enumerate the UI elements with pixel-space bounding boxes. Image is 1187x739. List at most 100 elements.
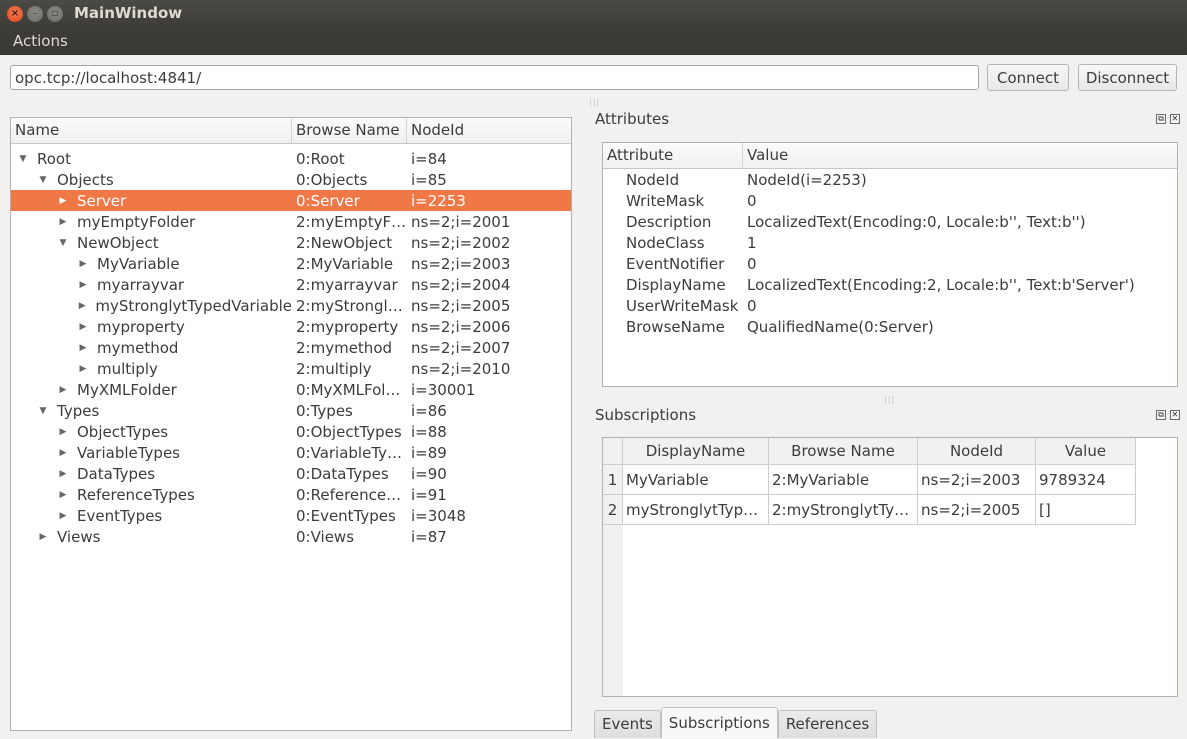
node-name: VariableTypes [77, 443, 181, 462]
tree-row[interactable]: ▶ ReferenceTypes 0:Reference… i=91 [11, 484, 571, 505]
tree-row[interactable]: ▶ Server 0:Server i=2253 [11, 190, 571, 211]
subscriptions-header: DisplayName Browse Name NodeId Value [603, 438, 1136, 465]
collapsed-arrow-icon[interactable]: ▶ [77, 343, 89, 353]
close-icon[interactable]: ✕ [1170, 410, 1180, 420]
float-icon[interactable]: ⧉ [1156, 410, 1166, 420]
tree-row[interactable]: ▶ Views 0:Views i=87 [11, 526, 571, 547]
cell-browse-name[interactable]: 2:MyVariable [769, 465, 918, 495]
collapsed-arrow-icon[interactable]: ▶ [37, 532, 49, 542]
attribute-row[interactable]: NodeClass 1 [603, 232, 1177, 253]
attribute-row[interactable]: BrowseName QualifiedName(0:Server) [603, 316, 1177, 337]
tab-subscriptions[interactable]: Subscriptions [660, 707, 778, 738]
subscription-row[interactable]: 1 MyVariable 2:MyVariable ns=2;i=2003 978932… [603, 465, 1136, 495]
window-minimize-button[interactable]: – [27, 6, 43, 22]
tree-row[interactable]: ▶ ObjectTypes 0:ObjectTypes i=88 [11, 421, 571, 442]
attribute-name: Description [626, 212, 712, 231]
tree-cell-name: ▶ Views [11, 528, 292, 546]
column-header-attribute[interactable]: Attribute [603, 143, 743, 168]
attributes-table[interactable]: Attribute Value NodeId NodeId(i=2253) Writ… [602, 142, 1178, 387]
tree-cell-name: ▶ ObjectTypes [11, 423, 292, 441]
tree-cell-nodeid: i=2253 [411, 191, 466, 210]
tree-row[interactable]: ▶ mymethod 2:mymethod ns=2;i=2007 [11, 337, 571, 358]
connect-button[interactable]: Connect [987, 64, 1069, 91]
tree-row[interactable]: ▶ myEmptyFolder 2:myEmptyF… ns=2;i=2001 [11, 211, 571, 232]
row-index[interactable]: 1 [603, 465, 623, 495]
cell-nodeid[interactable]: ns=2;i=2003 [918, 465, 1036, 495]
collapsed-arrow-icon[interactable]: ▶ [57, 427, 69, 437]
expanded-arrow-icon[interactable]: ▼ [17, 154, 29, 164]
subscriptions-dock-title: Subscriptions [595, 406, 697, 424]
collapsed-arrow-icon[interactable]: ▶ [77, 364, 89, 374]
attribute-row[interactable]: Description LocalizedText(Encoding:0, Loc… [603, 211, 1177, 232]
subscriptions-table[interactable]: DisplayName Browse Name NodeId Value 1 My… [602, 437, 1178, 697]
dock-splitter-handle[interactable]: ||| [884, 395, 895, 404]
address-space-tree[interactable]: Name Browse Name NodeId ▼ Root 0:Root i=84 ▼… [10, 117, 572, 731]
tree-row[interactable]: ▶ MyVariable 2:MyVariable ns=2;i=2003 [11, 253, 571, 274]
attribute-row[interactable]: WriteMask 0 [603, 190, 1177, 211]
collapsed-arrow-icon[interactable]: ▶ [57, 217, 69, 227]
disconnect-button[interactable]: Disconnect [1078, 64, 1177, 91]
cell-browse-name[interactable]: 2:myStronglytTy… [769, 495, 918, 525]
server-url-input[interactable] [10, 65, 979, 90]
collapsed-arrow-icon[interactable]: ▶ [57, 196, 69, 206]
cell-value[interactable]: 9789324 [1036, 465, 1136, 495]
tree-row[interactable]: ▶ MyXMLFolder 0:MyXMLFol… i=30001 [11, 379, 571, 400]
collapsed-arrow-icon[interactable]: ▶ [77, 259, 89, 269]
column-header-displayname[interactable]: DisplayName [623, 438, 769, 465]
column-header-name[interactable]: Name [11, 118, 292, 143]
expanded-arrow-icon[interactable]: ▼ [37, 175, 49, 185]
cell-value[interactable]: [] [1036, 495, 1136, 525]
tree-row[interactable]: ▼ Objects 0:Objects i=85 [11, 169, 571, 190]
tree-row[interactable]: ▼ Types 0:Types i=86 [11, 400, 571, 421]
tree-row[interactable]: ▶ DataTypes 0:DataTypes i=90 [11, 463, 571, 484]
collapsed-arrow-icon[interactable]: ▶ [77, 322, 89, 332]
float-icon[interactable]: ⧉ [1156, 114, 1166, 124]
row-index[interactable]: 2 [603, 495, 623, 525]
subscription-row[interactable]: 2 myStronglytTyp… 2:myStronglytTy… ns=2;i=2… [603, 495, 1136, 525]
collapsed-arrow-icon[interactable]: ▶ [57, 448, 69, 458]
column-header-browse-name[interactable]: Browse Name [769, 438, 918, 465]
cell-nodeid[interactable]: ns=2;i=2005 [918, 495, 1036, 525]
tree-row[interactable]: ▶ multiply 2:multiply ns=2;i=2010 [11, 358, 571, 379]
column-header-browse-name[interactable]: Browse Name [292, 118, 407, 143]
collapsed-arrow-icon[interactable]: ▶ [57, 490, 69, 500]
tab-references[interactable]: References [777, 710, 878, 738]
tree-cell-nodeid: ns=2;i=2006 [411, 317, 511, 336]
menu-actions[interactable]: Actions [13, 32, 68, 50]
cell-displayname[interactable]: MyVariable [623, 465, 769, 495]
tree-cell-name: ▼ Objects [11, 171, 292, 189]
attribute-row[interactable]: NodeId NodeId(i=2253) [603, 169, 1177, 190]
attribute-row[interactable]: EventNotifier 0 [603, 253, 1177, 274]
tree-row[interactable]: ▶ myarrayvar 2:myarrayvar ns=2;i=2004 [11, 274, 571, 295]
column-header-nodeid[interactable]: NodeId [918, 438, 1036, 465]
tree-row[interactable]: ▼ Root 0:Root i=84 [11, 148, 571, 169]
window-close-button[interactable]: × [7, 6, 23, 22]
tree-row[interactable]: ▼ NewObject 2:NewObject ns=2;i=2002 [11, 232, 571, 253]
collapsed-arrow-icon[interactable]: ▶ [57, 469, 69, 479]
expanded-arrow-icon[interactable]: ▼ [57, 238, 69, 248]
collapsed-arrow-icon[interactable]: ▶ [77, 301, 87, 311]
node-name: DataTypes [77, 464, 156, 483]
tree-row[interactable]: ▶ EventTypes 0:EventTypes i=3048 [11, 505, 571, 526]
collapsed-arrow-icon[interactable]: ▶ [57, 385, 69, 395]
subscriptions-dock-buttons: ⧉ ✕ [1156, 410, 1180, 420]
tree-row[interactable]: ▶ VariableTypes 0:VariableTy… i=89 [11, 442, 571, 463]
tree-row[interactable]: ▶ myStronglytTypedVariable 2:myStrongl… ns=… [11, 295, 571, 316]
expanded-arrow-icon[interactable]: ▼ [37, 406, 49, 416]
attribute-value: 1 [747, 233, 757, 252]
tree-cell-browse-name: 2:myproperty [296, 317, 399, 336]
splitter-handle[interactable]: ||| [589, 98, 600, 107]
corner-button[interactable] [603, 438, 623, 465]
column-header-value[interactable]: Value [1036, 438, 1136, 465]
collapsed-arrow-icon[interactable]: ▶ [57, 511, 69, 521]
cell-displayname[interactable]: myStronglytTyp… [623, 495, 769, 525]
attribute-row[interactable]: UserWriteMask 0 [603, 295, 1177, 316]
column-header-nodeid[interactable]: NodeId [407, 118, 571, 143]
window-maximize-button[interactable]: ▫ [47, 6, 63, 22]
tab-events[interactable]: Events [594, 710, 661, 738]
column-header-value[interactable]: Value [743, 143, 1177, 168]
close-icon[interactable]: ✕ [1170, 114, 1180, 124]
tree-row[interactable]: ▶ myproperty 2:myproperty ns=2;i=2006 [11, 316, 571, 337]
collapsed-arrow-icon[interactable]: ▶ [77, 280, 89, 290]
attribute-row[interactable]: DisplayName LocalizedText(Encoding:2, Loc… [603, 274, 1177, 295]
